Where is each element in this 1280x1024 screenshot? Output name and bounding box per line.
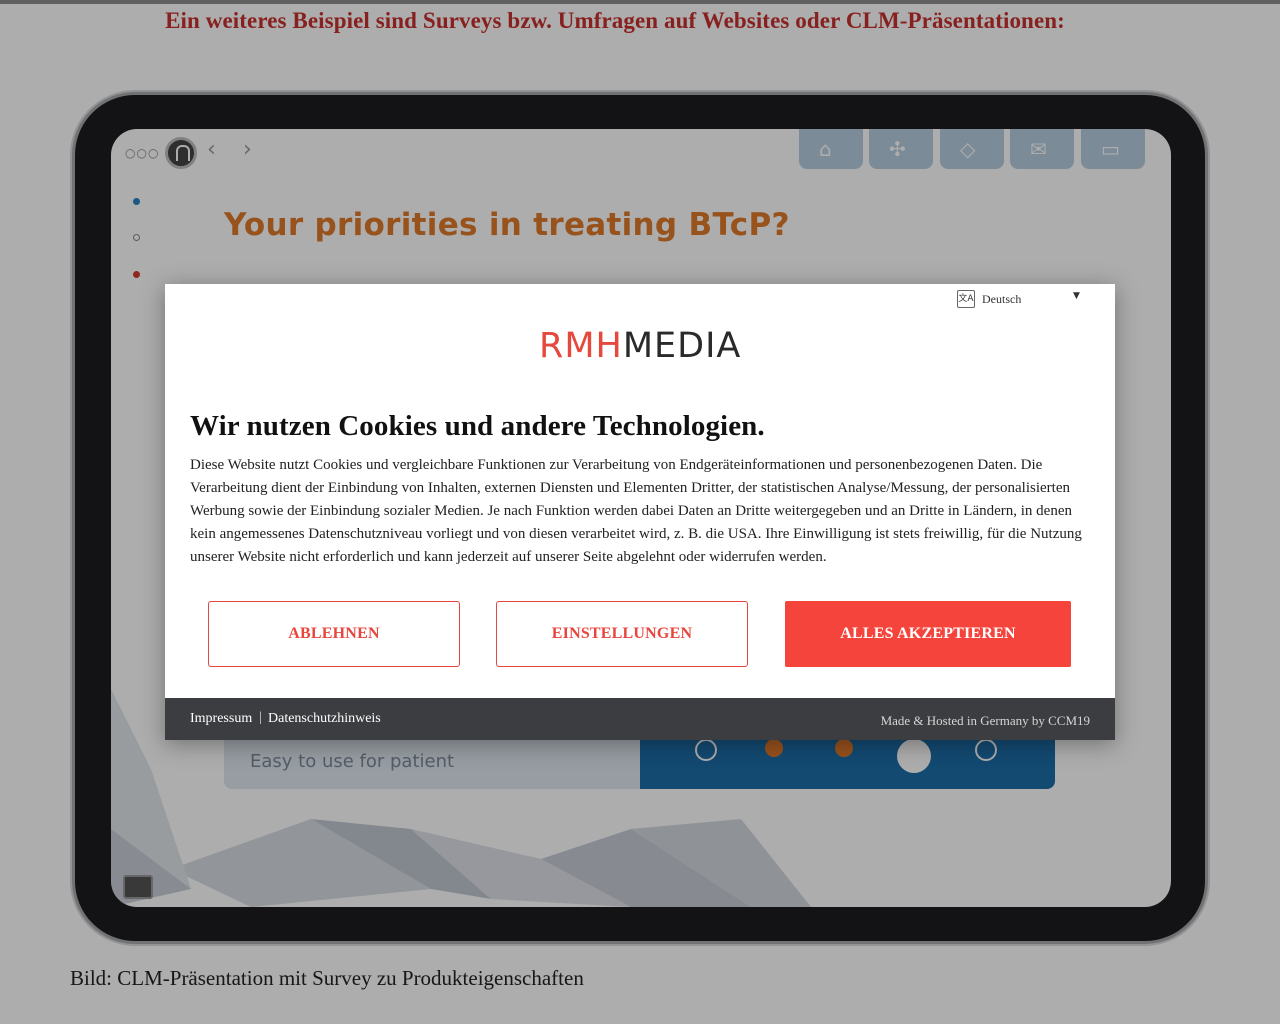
logo-part-red: RMH [539, 326, 623, 366]
settings-button[interactable]: EINSTELLUNGEN [496, 601, 748, 667]
cookie-title: Wir nutzen Cookies und andere Technologi… [190, 410, 765, 442]
language-label: Deutsch [982, 292, 1022, 306]
cookie-footer: Impressum | Datenschutzhinweis Made & Ho… [165, 698, 1115, 740]
accept-all-button[interactable]: ALLES AKZEPTIEREN [785, 601, 1071, 667]
reject-button[interactable]: ABLEHNEN [208, 601, 460, 667]
cookie-consent-dialog: 文A Deutsch ▼ RMHMEDIA Wir nutzen Cookies… [165, 284, 1115, 740]
made-hosted-credit[interactable]: Made & Hosted in Germany by CCM19 [881, 713, 1090, 729]
caret-down-icon: ▼ [1073, 291, 1080, 301]
footer-separator: | [259, 710, 262, 725]
logo-part-dark: MEDIA [622, 326, 742, 366]
rmh-media-logo: RMHMEDIA [539, 326, 741, 366]
translate-icon: 文A [957, 290, 975, 308]
privacy-link[interactable]: Datenschutzhinweis [268, 711, 381, 727]
cookie-description: Diese Website nutzt Cookies und vergleic… [190, 457, 1082, 565]
imprint-link[interactable]: Impressum [190, 711, 252, 727]
language-select[interactable]: 文A Deutsch ▼ [957, 290, 1085, 310]
